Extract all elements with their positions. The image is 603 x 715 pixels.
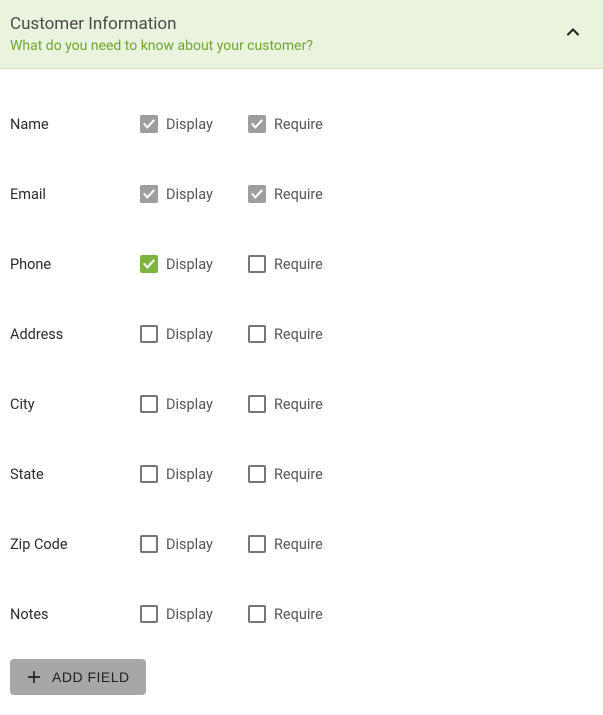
display-group: Display [140, 185, 248, 203]
require-group: Require [248, 115, 356, 133]
field-label: City [10, 396, 140, 413]
field-row: Phone Display Require [10, 229, 593, 299]
require-checkbox[interactable] [248, 535, 266, 553]
display-checkbox[interactable] [140, 115, 158, 133]
display-checkbox[interactable] [140, 465, 158, 483]
field-label: Address [10, 326, 140, 343]
field-row: State Display Require [10, 439, 593, 509]
field-label: State [10, 466, 140, 483]
require-label: Require [274, 536, 323, 553]
require-checkbox[interactable] [248, 395, 266, 413]
require-group: Require [248, 255, 356, 273]
add-field-button[interactable]: ADD FIELD [10, 659, 146, 695]
field-row: Notes Display Require [10, 579, 593, 649]
display-checkbox[interactable] [140, 605, 158, 623]
field-row: Address Display Require [10, 299, 593, 369]
require-label: Require [274, 396, 323, 413]
require-group: Require [248, 605, 356, 623]
display-checkbox[interactable] [140, 255, 158, 273]
require-label: Require [274, 256, 323, 273]
field-row: Email Display Require [10, 159, 593, 229]
require-group: Require [248, 465, 356, 483]
field-label: Notes [10, 606, 140, 623]
require-checkbox[interactable] [248, 255, 266, 273]
require-checkbox[interactable] [248, 325, 266, 343]
panel-body: NameDisplayRequireEmailDisplayRequirePho… [0, 69, 603, 715]
display-group: Display [140, 535, 248, 553]
field-row: City Display Require [10, 369, 593, 439]
field-label: Zip Code [10, 536, 140, 553]
field-label: Name [10, 116, 140, 133]
display-label: Display [166, 256, 213, 273]
require-group: Require [248, 395, 356, 413]
field-row: Name Display Require [10, 89, 593, 159]
require-group: Require [248, 185, 356, 203]
display-label: Display [166, 466, 213, 483]
panel-subtitle: What do you need to know about your cust… [10, 38, 313, 54]
require-label: Require [274, 186, 323, 203]
display-checkbox[interactable] [140, 325, 158, 343]
display-label: Display [166, 396, 213, 413]
require-checkbox[interactable] [248, 605, 266, 623]
display-group: Display [140, 605, 248, 623]
require-checkbox[interactable] [248, 115, 266, 133]
display-label: Display [166, 536, 213, 553]
require-label: Require [274, 606, 323, 623]
display-group: Display [140, 395, 248, 413]
require-checkbox[interactable] [248, 465, 266, 483]
require-group: Require [248, 535, 356, 553]
field-row: Zip Code Display Require [10, 509, 593, 579]
require-label: Require [274, 466, 323, 483]
plus-icon [26, 669, 42, 685]
display-label: Display [166, 186, 213, 203]
field-label: Phone [10, 256, 140, 273]
field-label: Email [10, 186, 140, 203]
panel-header: Customer Information What do you need to… [0, 0, 603, 69]
collapse-toggle[interactable] [559, 18, 587, 50]
add-field-label: ADD FIELD [52, 669, 130, 685]
chevron-up-icon [563, 22, 583, 46]
display-checkbox[interactable] [140, 395, 158, 413]
display-label: Display [166, 116, 213, 133]
display-checkbox[interactable] [140, 185, 158, 203]
require-group: Require [248, 325, 356, 343]
display-label: Display [166, 326, 213, 343]
display-checkbox[interactable] [140, 535, 158, 553]
display-group: Display [140, 115, 248, 133]
require-checkbox[interactable] [248, 185, 266, 203]
require-label: Require [274, 116, 323, 133]
require-label: Require [274, 326, 323, 343]
display-label: Display [166, 606, 213, 623]
display-group: Display [140, 255, 248, 273]
panel-header-text: Customer Information What do you need to… [10, 14, 313, 54]
panel-title: Customer Information [10, 14, 313, 34]
display-group: Display [140, 325, 248, 343]
display-group: Display [140, 465, 248, 483]
